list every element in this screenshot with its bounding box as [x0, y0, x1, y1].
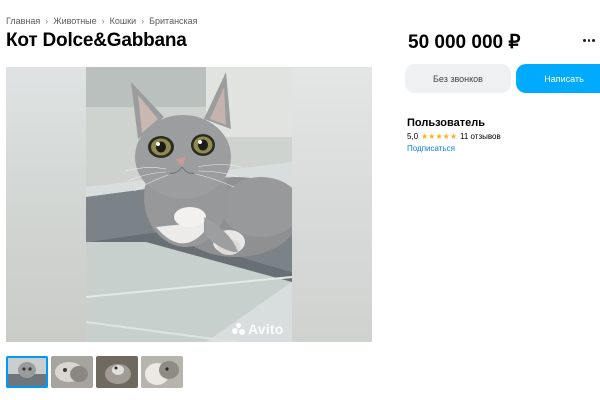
main-photo[interactable]: Avito [6, 67, 372, 342]
photo-blur-right [292, 67, 372, 342]
star-rating-icon: ★★★★★ [421, 132, 457, 141]
thumbnail-2[interactable] [51, 356, 93, 388]
chevron-right-icon: › [141, 16, 145, 26]
write-message-button[interactable]: Написать [516, 64, 600, 93]
watermark: Avito [232, 321, 283, 337]
thumbnail-2-image [51, 356, 93, 388]
chevron-right-icon: › [101, 16, 105, 26]
breadcrumb-cats[interactable]: Кошки [110, 16, 136, 26]
listing-title: Кот Dolce&Gabbana [6, 30, 187, 51]
breadcrumb-british[interactable]: Британская [149, 16, 197, 26]
photo-blur-left [6, 67, 86, 342]
thumbnail-3-image [96, 356, 138, 388]
watermark-text: Avito [248, 321, 284, 337]
avito-logo-icon [232, 323, 246, 335]
thumbnail-4-image [141, 356, 183, 388]
rating-value: 5,0 [407, 132, 419, 141]
chevron-right-icon: › [45, 16, 49, 26]
thumbnail-4[interactable] [141, 356, 183, 388]
breadcrumb-home[interactable]: Главная [6, 16, 40, 26]
thumbnail-1-image [6, 356, 48, 388]
breadcrumb-animals[interactable]: Животные [53, 16, 96, 26]
breadcrumb: Главная › Животные › Кошки › Британская [6, 16, 198, 26]
thumbnail-strip [6, 356, 186, 388]
cat-photo [86, 67, 292, 342]
thumbnail-3[interactable] [96, 356, 138, 388]
reviews-link[interactable]: 11 отзывов [460, 132, 501, 141]
no-calls-button[interactable]: Без звонков [405, 64, 511, 93]
listing-price: 50 000 000 ₽ [408, 32, 521, 53]
seller-name[interactable]: Пользователь [407, 117, 485, 129]
more-dots-icon[interactable] [582, 30, 596, 50]
subscribe-link[interactable]: Подписаться [407, 144, 455, 153]
cat-photo-image [86, 67, 292, 342]
seller-rating: 5,0 ★★★★★ 11 отзывов [407, 132, 501, 141]
thumbnail-1[interactable] [6, 356, 48, 388]
